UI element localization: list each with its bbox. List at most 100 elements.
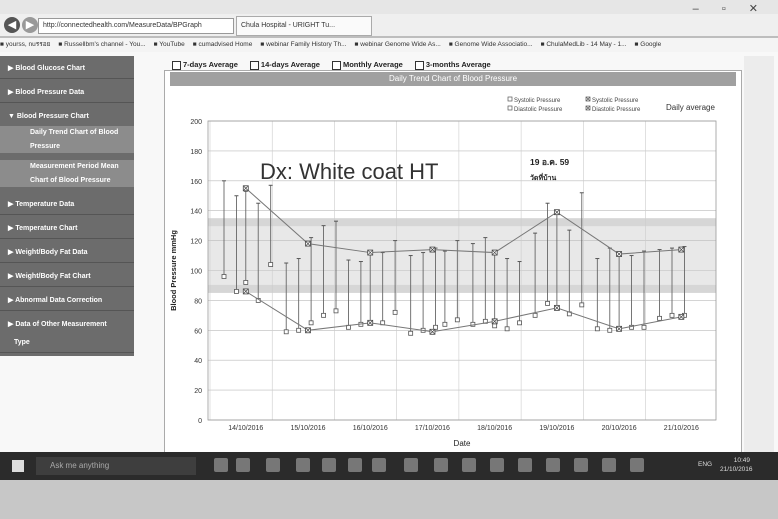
sidebar-divider bbox=[0, 262, 134, 263]
systolic-average-point bbox=[678, 246, 685, 253]
diastolic-reading-mark bbox=[221, 274, 227, 279]
language-indicator[interactable]: ENG bbox=[698, 461, 712, 468]
sidebar-item[interactable]: ▶ Abnormal Data Correction bbox=[0, 294, 134, 308]
average-option[interactable]: 7-days Average bbox=[172, 60, 238, 70]
sidebar-item[interactable]: ▼ Blood Pressure Chart bbox=[0, 110, 134, 124]
edge-icon[interactable] bbox=[236, 458, 250, 472]
photos-icon[interactable] bbox=[518, 458, 532, 472]
sidebar-item[interactable]: ▶ Weight/Body Fat Data bbox=[0, 246, 134, 260]
checkbox[interactable] bbox=[331, 60, 341, 70]
diastolic-reading-mark bbox=[234, 289, 239, 294]
diastolic-reading-mark bbox=[442, 321, 448, 327]
word-icon[interactable] bbox=[372, 458, 386, 472]
diastolic-reading-mark bbox=[545, 300, 550, 306]
diastolic-reading-mark bbox=[433, 324, 438, 330]
diastolic-reading-mark bbox=[268, 262, 274, 267]
systolic-average-point bbox=[616, 251, 623, 257]
chart-header: Daily Trend Chart of Blood Pressure bbox=[170, 72, 736, 86]
y-tick-label: 180 bbox=[190, 149, 202, 156]
favorite-link[interactable]: ■ ChulaMedLib - 14 May - 1... bbox=[541, 38, 627, 52]
sidebar-item[interactable]: Type bbox=[0, 336, 134, 350]
diastolic-reading-mark bbox=[296, 327, 302, 333]
forward-icon[interactable]: ▶ bbox=[22, 17, 38, 33]
diastolic-reading-mark bbox=[641, 324, 647, 330]
media-icon[interactable] bbox=[546, 458, 560, 472]
address-bar[interactable]: http://connectedhealth.com/MeasureData/B… bbox=[38, 18, 234, 34]
favorites-bar: ■ yourss, nuรรอย ■ Russellbm's channel - … bbox=[0, 38, 778, 52]
favorite-link[interactable]: ■ webinar Genome Wide As... bbox=[355, 38, 441, 52]
favorite-link[interactable]: ■ Genome Wide Associatio... bbox=[449, 38, 533, 52]
sidebar-item[interactable]: Measurement Period Mean bbox=[0, 160, 134, 174]
y-tick-label: 140 bbox=[190, 209, 202, 216]
favorite-link[interactable]: ■ Google bbox=[635, 38, 662, 52]
y-axis-title: Blood Pressure mmHg bbox=[169, 230, 178, 311]
sidebar-item[interactable]: ▶ Weight/Body Fat Chart bbox=[0, 270, 134, 284]
diastolic-average-point bbox=[429, 328, 436, 335]
diastolic-reading-mark bbox=[492, 323, 498, 329]
diastolic-reading-mark bbox=[532, 312, 538, 318]
favorite-link[interactable]: ■ yourss, nuรรอย bbox=[0, 38, 50, 52]
average-options: 7-days Average 14-days Average Monthly Ave… bbox=[172, 60, 503, 70]
average-option[interactable]: 14-days Average bbox=[249, 60, 320, 70]
sidebar-item[interactable]: ▶ Data of Other Measurement bbox=[0, 318, 134, 332]
checkbox[interactable] bbox=[172, 60, 181, 70]
legend-item: Systolic Pressure bbox=[507, 96, 561, 104]
sidebar-item[interactable]: ▶ Temperature Data bbox=[0, 198, 134, 212]
back-icon[interactable]: ◀ bbox=[4, 17, 20, 33]
sidebar-divider bbox=[0, 286, 134, 287]
diastolic-reading-mark bbox=[283, 329, 289, 335]
favorite-link[interactable]: ■ cumadvised Home bbox=[193, 38, 253, 52]
sidebar-item[interactable]: Chart of Blood Pressure bbox=[0, 174, 134, 187]
diastolic-reading-mark bbox=[321, 312, 326, 318]
sidebar-item[interactable]: Daily Trend Chart of Blood bbox=[0, 126, 134, 140]
taskbar-search[interactable]: Ask me anything bbox=[36, 457, 196, 475]
sidebar-item[interactable]: ▶ Blood Pressure Data bbox=[0, 86, 134, 100]
average-option[interactable]: Monthly Average bbox=[331, 60, 403, 70]
x-tick-label: 14/10/2016 bbox=[228, 425, 263, 432]
skype-icon[interactable] bbox=[574, 458, 588, 472]
diastolic-reading-mark bbox=[657, 315, 662, 321]
windows-start-icon[interactable] bbox=[12, 460, 24, 472]
sidebar-divider bbox=[0, 78, 134, 79]
diastolic-average-point bbox=[305, 327, 311, 334]
powerpoint-icon[interactable] bbox=[434, 458, 448, 472]
y-tick-label: 80 bbox=[194, 298, 202, 305]
favorite-link[interactable]: ■ webinar Family History Th... bbox=[260, 38, 346, 52]
chart-legend: Systolic Pressure Systolic Pressure Diasto… bbox=[507, 96, 715, 113]
outlook-icon[interactable] bbox=[462, 458, 476, 472]
taskbar-clock: 10:49 21/10/2016 bbox=[720, 456, 753, 474]
sidebar-divider bbox=[0, 238, 134, 239]
excel-icon[interactable] bbox=[404, 458, 418, 472]
browser-tab[interactable]: Chula Hospital - URIGHT Tu... bbox=[236, 16, 372, 36]
legend-item: Systolic Pressure bbox=[585, 96, 639, 104]
checkbox[interactable] bbox=[414, 60, 424, 70]
favorite-link[interactable]: ■ YouTube bbox=[154, 38, 185, 52]
checkbox[interactable] bbox=[249, 60, 259, 70]
y-tick-label: 20 bbox=[194, 388, 202, 395]
normal-range-inner-band bbox=[208, 226, 716, 285]
onenote-icon[interactable] bbox=[490, 458, 504, 472]
systolic-average-point bbox=[491, 249, 498, 256]
diastolic-average-point bbox=[242, 288, 249, 295]
favorite-link[interactable]: ■ Russellbm's channel - You... bbox=[58, 38, 145, 52]
average-option[interactable]: 3-months Average bbox=[414, 60, 491, 70]
explorer-icon[interactable] bbox=[266, 458, 280, 472]
y-tick-label: 0 bbox=[198, 418, 202, 425]
average-option-label: Monthly Average bbox=[342, 60, 403, 69]
task-view-icon[interactable] bbox=[214, 458, 228, 472]
handwritten-note-date: 19 อ.ค. 59 bbox=[530, 157, 569, 167]
sidebar-item[interactable]: ▶ Temperature Chart bbox=[0, 222, 134, 236]
clock-date: 21/10/2016 bbox=[720, 466, 753, 473]
ie-icon[interactable] bbox=[602, 458, 616, 472]
sidebar-item[interactable]: ▶ Blood Glucose Chart bbox=[0, 62, 134, 76]
mail-icon[interactable] bbox=[322, 458, 336, 472]
diastolic-reading-mark bbox=[333, 308, 339, 314]
sidebar-item[interactable]: Pressure bbox=[0, 140, 134, 153]
store-icon[interactable] bbox=[296, 458, 310, 472]
legend-label: Systolic Pressure bbox=[592, 98, 639, 104]
chrome-icon[interactable] bbox=[348, 458, 362, 472]
legend-marker bbox=[507, 96, 513, 102]
page-scrollbar[interactable] bbox=[744, 56, 774, 454]
diastolic-reading-mark bbox=[243, 280, 249, 285]
settings-icon[interactable] bbox=[630, 458, 644, 472]
